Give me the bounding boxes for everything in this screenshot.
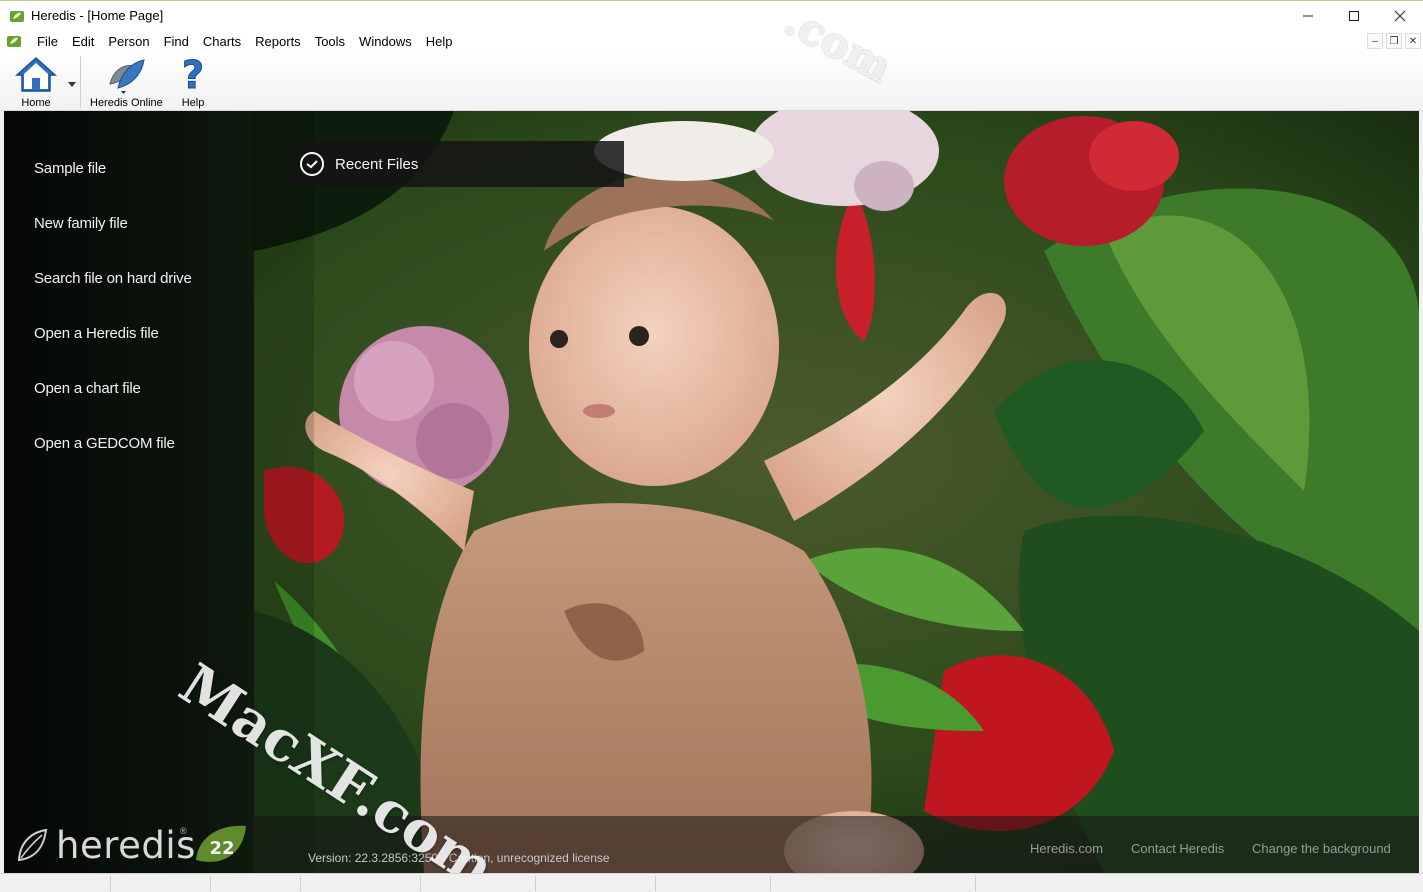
home-dropdown-arrow[interactable]: [68, 82, 76, 87]
mdi-controls: – ❐ ✕: [1367, 33, 1421, 49]
sidebar-item-sample-file[interactable]: Sample file: [34, 160, 106, 177]
sidebar-item-open-chart-file[interactable]: Open a chart file: [34, 380, 141, 397]
contact-heredis-link[interactable]: Contact Heredis: [1131, 841, 1224, 856]
heredis-logo: heredis ® 22: [4, 816, 254, 873]
status-cell: [300, 876, 301, 891]
clock-icon: [300, 152, 324, 176]
menu-find[interactable]: Find: [157, 34, 196, 49]
recent-files-label: Recent Files: [335, 155, 419, 173]
toolbar-separator: [80, 56, 81, 108]
menu-tools[interactable]: Tools: [308, 34, 352, 49]
version-badge-text: 22: [209, 838, 234, 859]
status-cell: [535, 876, 536, 891]
heredis-online-button[interactable]: Heredis Online: [90, 54, 163, 109]
menu-file[interactable]: File: [30, 34, 65, 49]
window-title: Heredis - [Home Page]: [31, 8, 164, 23]
change-background-link[interactable]: Change the background: [1252, 841, 1391, 856]
menu-person[interactable]: Person: [101, 34, 156, 49]
maximize-icon: [1349, 11, 1359, 21]
sidebar-item-open-heredis-file[interactable]: Open a Heredis file: [34, 325, 159, 342]
sidebar: Sample file New family file Search file …: [4, 111, 254, 873]
status-cell: [110, 876, 111, 891]
sidebar-item-open-gedcom-file[interactable]: Open a GEDCOM file: [34, 435, 175, 452]
footer-bar: Version: 22.3.2856:3250 - Caution, unrec…: [254, 816, 1419, 873]
help-button-label: Help: [181, 97, 205, 109]
status-bar: [0, 873, 1423, 892]
recent-files-button[interactable]: Recent Files: [289, 141, 624, 187]
sidebar-item-search-file[interactable]: Search file on hard drive: [34, 270, 192, 287]
sidebar-item-new-family-file[interactable]: New family file: [34, 215, 128, 232]
menu-reports[interactable]: Reports: [248, 34, 308, 49]
heredis-logo-text: heredis: [56, 824, 196, 867]
heredis-online-icon: [109, 59, 145, 94]
minimize-button[interactable]: [1285, 1, 1331, 31]
menu-edit[interactable]: Edit: [65, 34, 101, 49]
version-22-badge-icon: 22: [196, 825, 246, 862]
document-icon: [7, 36, 21, 47]
registered-mark: ®: [180, 826, 187, 836]
close-button[interactable]: [1377, 1, 1423, 31]
heredis-app-icon: [10, 10, 24, 22]
minimize-icon: [1303, 15, 1313, 17]
home-icon: [15, 56, 57, 92]
home-button[interactable]: Home: [14, 54, 58, 109]
menu-bar: File Edit Person Find Charts Reports Too…: [0, 30, 1423, 52]
svg-text:?: ?: [182, 54, 204, 94]
mdi-minimize-button[interactable]: –: [1367, 33, 1383, 49]
menu-help[interactable]: Help: [419, 34, 460, 49]
home-page: Sample file New family file Search file …: [4, 111, 1419, 873]
home-button-label: Home: [21, 97, 51, 109]
heredis-website-link[interactable]: Heredis.com: [1030, 841, 1103, 856]
close-icon: [1394, 10, 1406, 22]
status-cell: [210, 876, 211, 891]
leaf-logo-icon: [17, 828, 48, 862]
window-controls: [1285, 1, 1423, 31]
status-cell: [770, 876, 771, 891]
status-cell: [975, 876, 976, 891]
heredis-online-label: Heredis Online: [90, 97, 163, 109]
toolbar: Home Heredis Online ? Help: [0, 52, 1423, 111]
version-text: Version: 22.3.2856:3250 - Caution, unrec…: [308, 851, 610, 865]
help-icon: ?: [181, 54, 204, 94]
status-cell: [655, 876, 656, 891]
mdi-restore-button[interactable]: ❐: [1386, 33, 1402, 49]
status-cell: [420, 876, 421, 891]
menu-windows[interactable]: Windows: [352, 34, 419, 49]
title-bar: Heredis - [Home Page]: [0, 0, 1423, 30]
mdi-close-button[interactable]: ✕: [1405, 33, 1421, 49]
menu-charts[interactable]: Charts: [196, 34, 248, 49]
help-button[interactable]: ? Help: [176, 54, 210, 109]
maximize-button[interactable]: [1331, 1, 1377, 31]
